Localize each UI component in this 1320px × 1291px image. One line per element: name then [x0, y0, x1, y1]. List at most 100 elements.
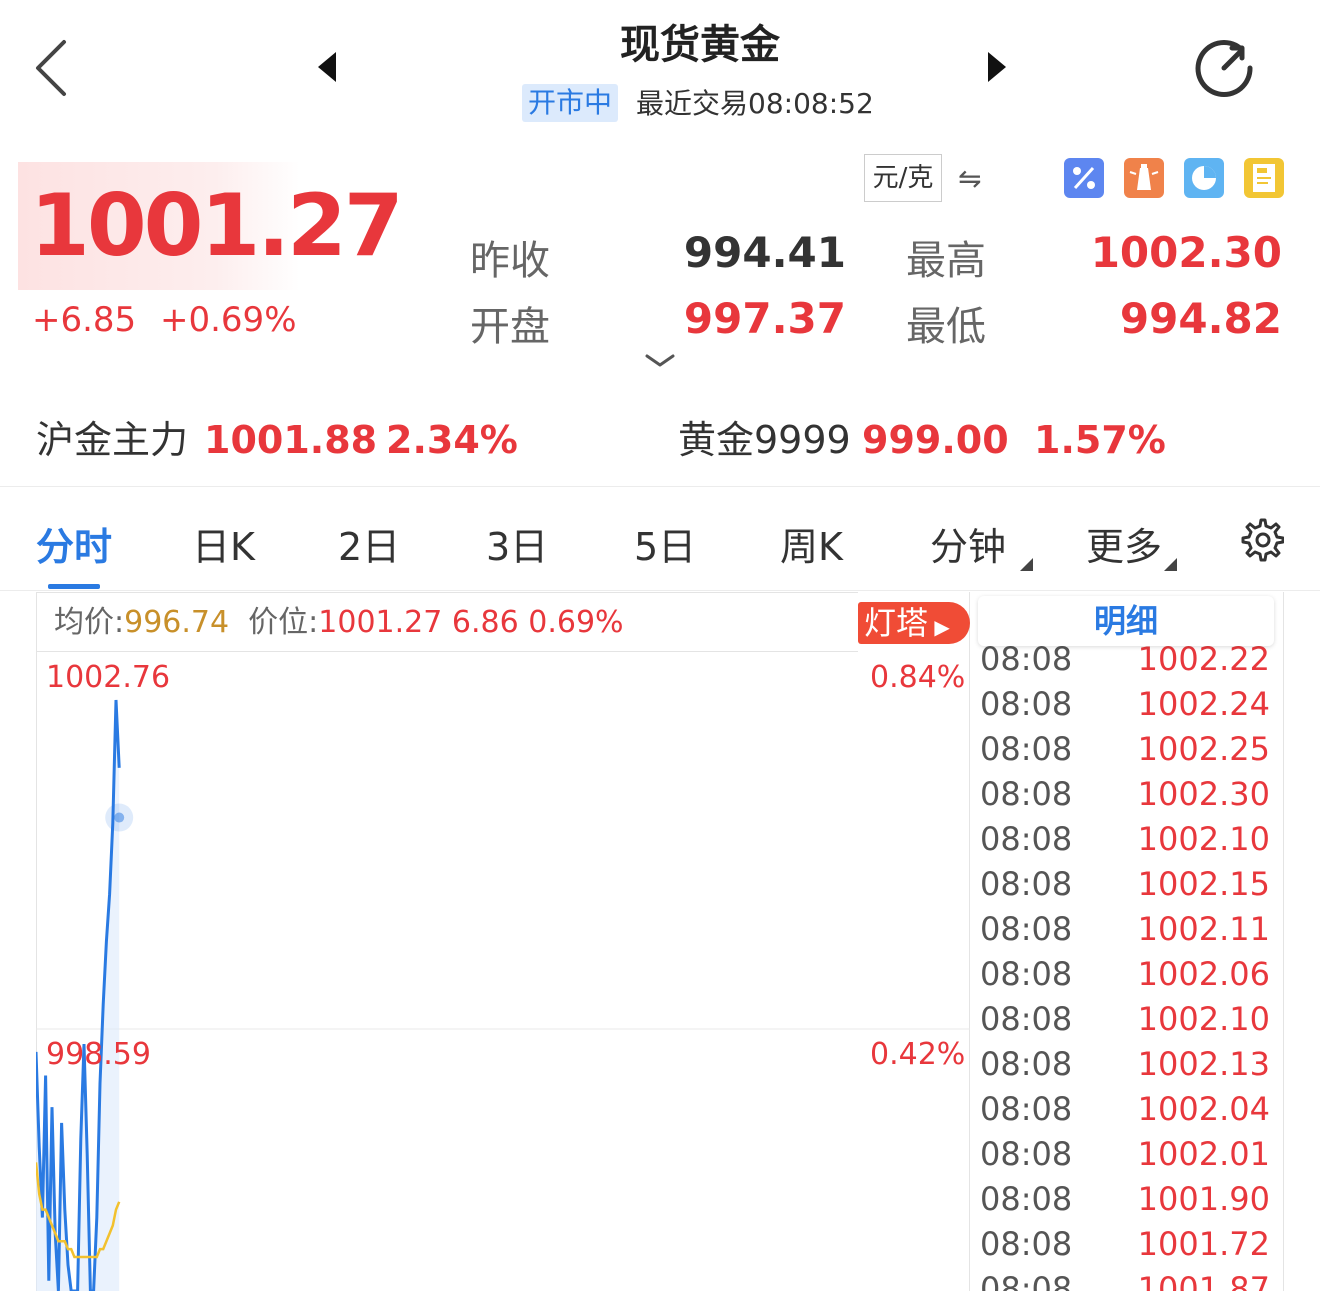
- triangle-right-icon: ▶: [928, 615, 950, 639]
- current-price-marker: [114, 812, 125, 823]
- chart-settings-button[interactable]: [1238, 516, 1285, 562]
- detail-price: 1002.11: [1137, 910, 1270, 948]
- detail-time: 08:08: [980, 910, 1073, 948]
- detail-price: 1002.15: [1137, 865, 1270, 903]
- chevron-left-icon: [36, 40, 66, 96]
- intraday-chart[interactable]: [36, 652, 970, 1291]
- detail-time: 08:08: [980, 1135, 1073, 1173]
- tab-intraday[interactable]: 分时: [36, 516, 112, 571]
- tab-3-day[interactable]: 3日: [486, 516, 548, 571]
- detail-time: 08:08: [980, 685, 1073, 723]
- page-title: 现货黄金: [620, 22, 780, 68]
- vip-report-icon[interactable]: [1244, 158, 1284, 198]
- next-instrument-button[interactable]: [980, 50, 1010, 84]
- detail-price: 1001.72: [1137, 1225, 1270, 1263]
- detail-row: 08:08 1002.01: [970, 1132, 1283, 1177]
- tab-5-day[interactable]: 5日: [634, 516, 696, 571]
- detail-row: 08:08 1001.72: [970, 1222, 1283, 1267]
- tab-2-day[interactable]: 2日: [338, 516, 400, 571]
- swap-icon[interactable]: ⇋: [958, 162, 981, 195]
- more-dropdown-icon: [1164, 558, 1177, 571]
- pie-chart-icon[interactable]: [1184, 158, 1224, 198]
- pos-price: 1001.27: [318, 605, 443, 640]
- refresh-button[interactable]: [1190, 34, 1258, 102]
- previous-instrument-button[interactable]: [314, 50, 344, 84]
- market-status-badge: 开市中: [522, 84, 619, 122]
- detail-row: 08:08 1002.04: [970, 1087, 1283, 1132]
- detail-time: 08:08: [980, 730, 1073, 768]
- detail-row: 08:08 1002.15: [970, 862, 1283, 907]
- lighthouse-icon[interactable]: [1124, 158, 1164, 198]
- avg-value: 996.74: [124, 605, 230, 640]
- detail-price: 1002.04: [1137, 1090, 1270, 1128]
- last-trade-time: 最近交易08:08:52: [636, 87, 874, 120]
- percent-icon[interactable]: [1064, 158, 1104, 198]
- trade-detail-panel[interactable]: 08:08 1002.22 08:08 1002.24 08:08 1002.25 08:0…: [970, 592, 1284, 1291]
- detail-row: 08:08 1002.25: [970, 727, 1283, 772]
- detail-price: 1002.06: [1137, 955, 1270, 993]
- expand-quote-button[interactable]: [644, 352, 676, 370]
- high-value: 1002.30: [1090, 228, 1282, 277]
- related-item-2-price: 999.00: [862, 418, 1009, 462]
- tab-more[interactable]: 更多: [1086, 516, 1162, 571]
- detail-time: 08:08: [980, 1180, 1073, 1218]
- related-item-1-pct: 2.34%: [386, 418, 518, 462]
- refresh-icon: [1195, 40, 1253, 97]
- active-tab-indicator: [48, 584, 100, 589]
- detail-row: 08:08 1002.13: [970, 1042, 1283, 1087]
- low-label: 最低: [906, 304, 986, 350]
- y-axis-mid-label: 998.59: [46, 1037, 151, 1072]
- prev-close-label: 昨收: [470, 238, 550, 284]
- related-item-2-pct: 1.57%: [1034, 418, 1166, 462]
- low-value: 994.82: [1119, 294, 1282, 343]
- price-change: +6.85: [32, 300, 137, 340]
- detail-row: 08:08 1001.90: [970, 1177, 1283, 1222]
- triangle-right-icon: [988, 52, 1006, 82]
- detail-time: 08:08: [980, 1045, 1073, 1083]
- y-axis-top-pct-label: 0.84%: [870, 660, 966, 695]
- gear-icon: [1241, 518, 1285, 562]
- open-label: 开盘: [470, 304, 550, 350]
- detail-time: 08:08: [980, 820, 1073, 858]
- detail-row: 08:08 1002.10: [970, 997, 1283, 1042]
- pos-pct: 0.69%: [528, 605, 624, 640]
- y-axis-mid-pct-label: 0.42%: [870, 1037, 966, 1072]
- pos-label: 价位:: [248, 605, 319, 640]
- detail-row: 08:08 1002.11: [970, 907, 1283, 952]
- detail-price: 1002.24: [1137, 685, 1270, 723]
- section-divider: [0, 486, 1320, 487]
- avg-label: 均价:: [54, 605, 125, 640]
- tab-divider: [0, 590, 1320, 591]
- detail-price: 1002.10: [1137, 820, 1270, 858]
- detail-time: 08:08: [980, 865, 1073, 903]
- detail-time: 08:08: [980, 775, 1073, 813]
- detail-time: 08:08: [980, 1270, 1073, 1291]
- tab-minute[interactable]: 分钟: [930, 516, 1006, 571]
- pos-change: 6.86: [451, 605, 519, 640]
- back-button[interactable]: [30, 36, 74, 100]
- detail-price: 1002.25: [1137, 730, 1270, 768]
- detail-tab[interactable]: 明细: [978, 596, 1274, 646]
- detail-row: 08:08 1002.06: [970, 952, 1283, 997]
- chevron-down-icon: [645, 354, 675, 367]
- detail-price: 1002.30: [1137, 775, 1270, 813]
- dengta-button[interactable]: 灯塔 ▶: [858, 602, 970, 644]
- tab-weekly-k[interactable]: 周K: [780, 516, 843, 571]
- detail-row: 08:08 1001.87: [970, 1267, 1283, 1291]
- unit-toggle[interactable]: 元/克: [864, 154, 942, 202]
- detail-time: 08:08: [980, 1225, 1073, 1263]
- dengta-label: 灯塔: [864, 604, 929, 642]
- related-item-2-name[interactable]: 黄金9999: [678, 418, 851, 462]
- current-price: 1001.27: [30, 176, 404, 276]
- related-item-1-name[interactable]: 沪金主力: [36, 418, 188, 462]
- chart-info-bar: 均价:996.74 价位:1001.27 6.86 0.69%: [36, 592, 858, 652]
- tab-daily-k[interactable]: 日K: [192, 516, 255, 571]
- detail-price: 1001.90: [1137, 1180, 1270, 1218]
- detail-time: 08:08: [980, 1090, 1073, 1128]
- detail-time: 08:08: [980, 1000, 1073, 1038]
- detail-price: 1002.10: [1137, 1000, 1270, 1038]
- detail-row: 08:08 1002.10: [970, 817, 1283, 862]
- detail-row: 08:08 1002.30: [970, 772, 1283, 817]
- y-axis-top-label: 1002.76: [46, 660, 171, 695]
- detail-time: 08:08: [980, 955, 1073, 993]
